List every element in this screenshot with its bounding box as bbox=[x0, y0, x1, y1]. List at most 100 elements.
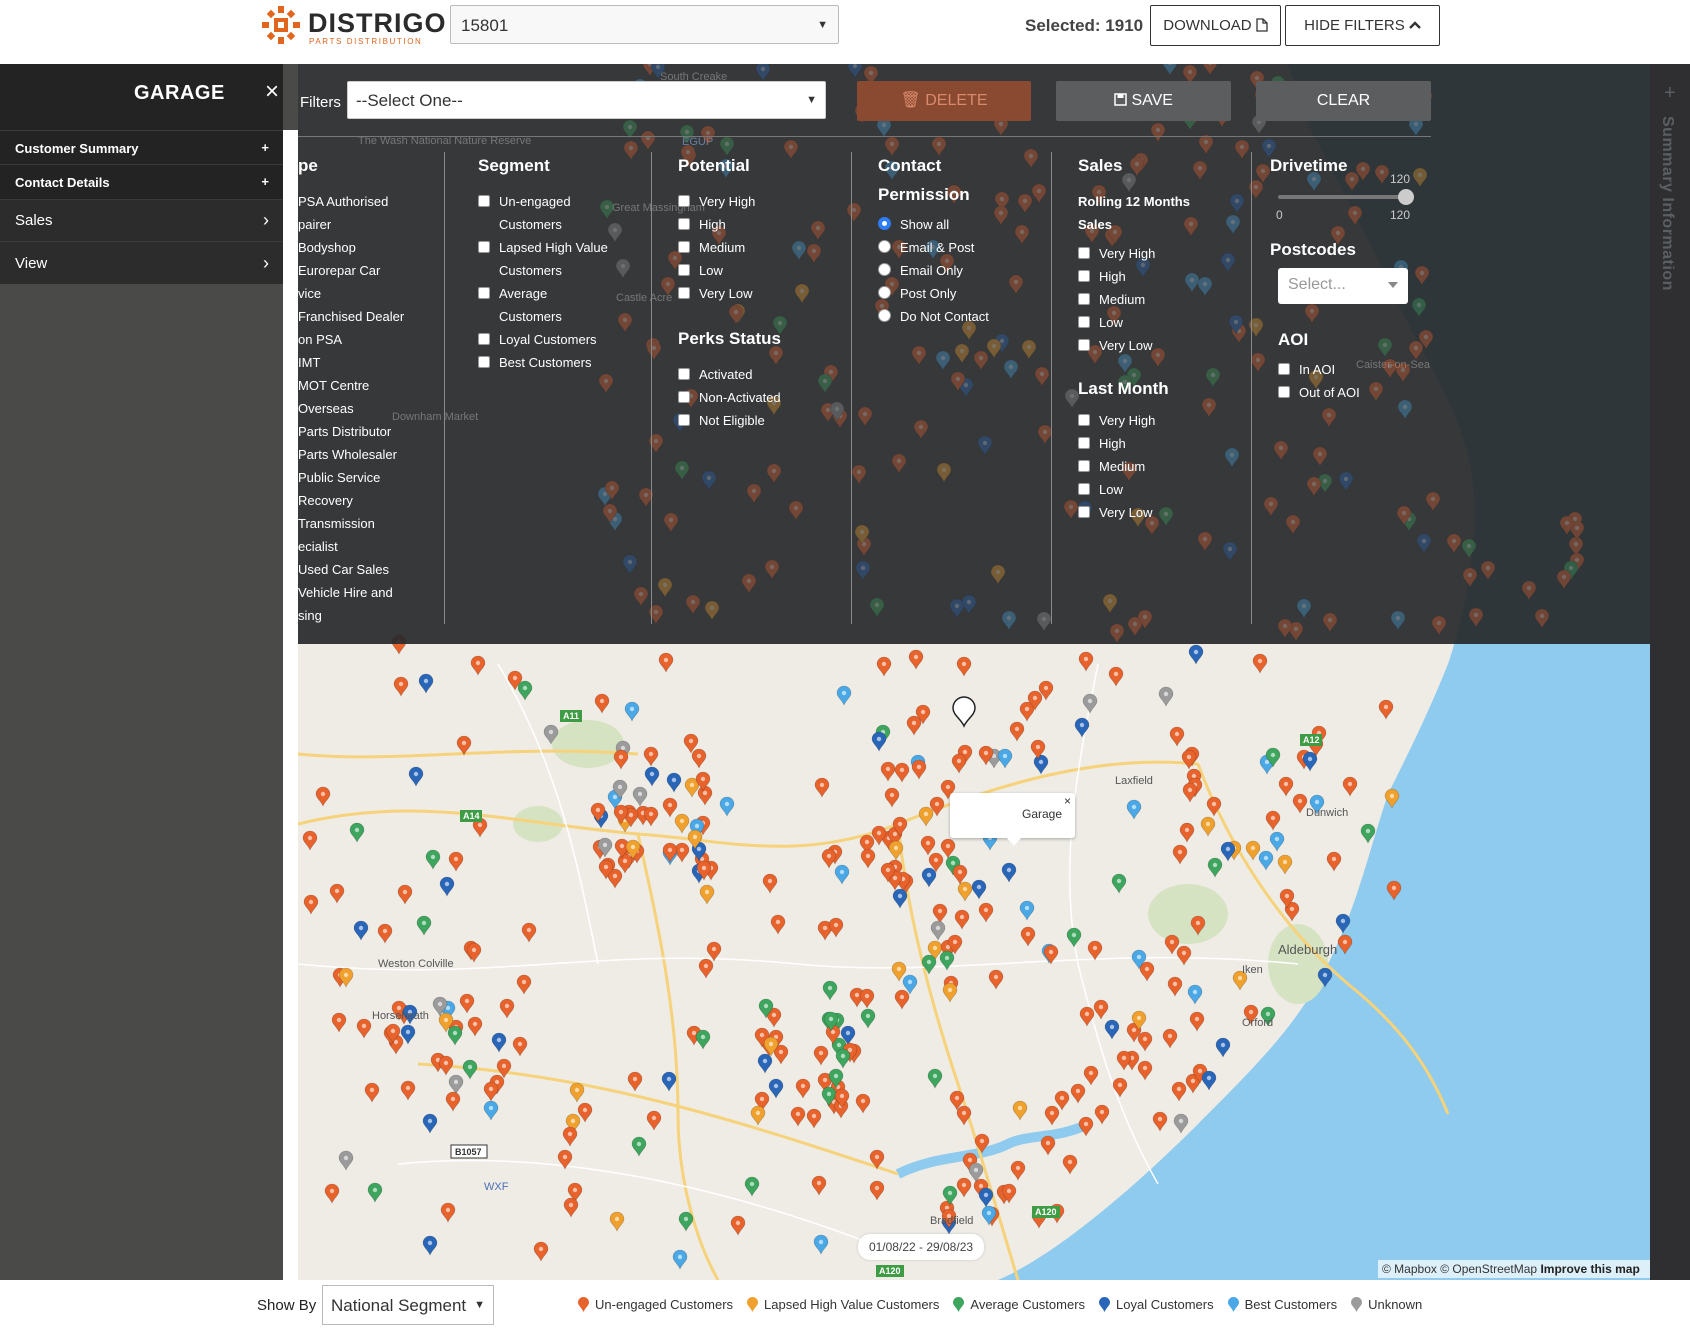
map-pin[interactable] bbox=[971, 879, 987, 900]
map-pin[interactable] bbox=[613, 749, 629, 770]
radio-button[interactable] bbox=[878, 217, 891, 230]
map-pin[interactable] bbox=[876, 656, 892, 677]
map-pin[interactable] bbox=[1292, 793, 1308, 814]
map-pin[interactable] bbox=[860, 1008, 876, 1029]
download-button[interactable]: DOWNLOAD bbox=[1150, 5, 1281, 46]
map-pin[interactable] bbox=[1094, 1104, 1110, 1125]
map-pin[interactable] bbox=[954, 909, 970, 930]
map-pin[interactable] bbox=[973, 350, 989, 371]
map-pin[interactable] bbox=[562, 1126, 578, 1147]
map-pin[interactable] bbox=[1534, 608, 1550, 629]
type-option[interactable]: Eurorepar Car bbox=[298, 259, 444, 282]
map-pin[interactable] bbox=[892, 888, 908, 909]
map-pin[interactable] bbox=[1263, 496, 1279, 517]
map-pin[interactable] bbox=[1079, 1006, 1095, 1027]
map-pin[interactable] bbox=[1078, 651, 1094, 672]
map-pin[interactable] bbox=[324, 1183, 340, 1204]
map-pin[interactable] bbox=[762, 873, 778, 894]
map-pin[interactable] bbox=[1082, 693, 1098, 714]
map-pin[interactable] bbox=[685, 594, 701, 615]
map-pin[interactable] bbox=[1066, 927, 1082, 948]
map-pin[interactable] bbox=[719, 136, 735, 157]
map-pin[interactable] bbox=[884, 136, 900, 157]
map-pin[interactable] bbox=[990, 564, 1006, 585]
map-pin[interactable] bbox=[930, 920, 946, 941]
save-button[interactable]: SAVE bbox=[1056, 81, 1231, 121]
filter-option[interactable]: Un-engaged bbox=[478, 190, 638, 213]
map-pin[interactable] bbox=[697, 785, 713, 806]
map-pin[interactable] bbox=[952, 864, 968, 885]
map-pin[interactable] bbox=[512, 1036, 528, 1057]
map-pin[interactable] bbox=[1150, 122, 1166, 143]
map-pin[interactable] bbox=[1169, 726, 1185, 747]
map-pin[interactable] bbox=[640, 130, 656, 151]
map-pin[interactable] bbox=[521, 922, 537, 943]
map-pin[interactable] bbox=[766, 463, 782, 484]
type-option[interactable]: Bodyshop bbox=[298, 236, 444, 259]
checkbox[interactable] bbox=[1078, 460, 1090, 472]
map-pin[interactable] bbox=[1164, 934, 1180, 955]
map-pin[interactable] bbox=[855, 560, 871, 581]
map-pin[interactable] bbox=[663, 512, 679, 533]
map-pin[interactable] bbox=[445, 1091, 461, 1112]
filter-option[interactable]: Out of AOI bbox=[1278, 381, 1430, 404]
map-pin[interactable] bbox=[672, 1249, 688, 1270]
map-pin[interactable] bbox=[988, 969, 1004, 990]
map-pin[interactable] bbox=[1252, 653, 1268, 674]
type-option[interactable]: MOT Centre bbox=[298, 374, 444, 397]
checkbox[interactable] bbox=[1078, 414, 1090, 426]
map-pin[interactable] bbox=[698, 958, 714, 979]
filter-option[interactable]: Very Low bbox=[678, 282, 838, 305]
map-pin[interactable] bbox=[891, 453, 907, 474]
map-pin[interactable] bbox=[908, 649, 924, 670]
map-pin[interactable] bbox=[1074, 717, 1090, 738]
type-option[interactable]: ecialist bbox=[298, 535, 444, 558]
selected-garage-marker[interactable] bbox=[952, 696, 976, 728]
map-pin[interactable] bbox=[609, 1211, 625, 1232]
saved-filter-select[interactable]: --Select One-- ▼ bbox=[347, 81, 826, 119]
checkbox[interactable] bbox=[478, 356, 490, 368]
checkbox[interactable] bbox=[1078, 293, 1090, 305]
radio-button[interactable] bbox=[878, 240, 891, 253]
checkbox[interactable] bbox=[1078, 247, 1090, 259]
map-pin[interactable] bbox=[920, 835, 936, 856]
map-pin[interactable] bbox=[349, 822, 365, 843]
map-pin[interactable] bbox=[393, 676, 409, 697]
map-pin[interactable] bbox=[806, 1108, 822, 1129]
map-pin[interactable] bbox=[1062, 1154, 1078, 1175]
close-icon[interactable]: × bbox=[265, 78, 279, 106]
map-pin[interactable] bbox=[1093, 999, 1109, 1020]
postcode-select[interactable]: Select... bbox=[1278, 268, 1408, 304]
map-pin[interactable] bbox=[1158, 686, 1174, 707]
map-pin[interactable] bbox=[813, 1045, 829, 1066]
map-pin[interactable] bbox=[483, 1081, 499, 1102]
map-pin[interactable] bbox=[1078, 1116, 1094, 1137]
map-pin[interactable] bbox=[533, 1241, 549, 1262]
map-pin[interactable] bbox=[1338, 471, 1354, 492]
filter-option[interactable]: Low bbox=[678, 259, 838, 282]
map-pin[interactable] bbox=[438, 1055, 454, 1076]
map-pin[interactable] bbox=[416, 915, 432, 936]
map-pin[interactable] bbox=[466, 942, 482, 963]
map-pin[interactable] bbox=[1181, 749, 1197, 770]
map-pin[interactable] bbox=[1200, 816, 1216, 837]
sidebar-item-contact-details[interactable]: Contact Details + bbox=[0, 164, 283, 199]
sidebar-item-customer-summary[interactable]: Customer Summary + bbox=[0, 130, 283, 164]
radio-button[interactable] bbox=[878, 309, 891, 322]
map-pin[interactable] bbox=[594, 693, 610, 714]
map-pin[interactable] bbox=[448, 1074, 464, 1095]
drivetime-slider[interactable]: 120 0 120 bbox=[1270, 172, 1414, 222]
map-pin[interactable] bbox=[1462, 567, 1478, 588]
map-pin[interactable] bbox=[770, 914, 786, 935]
checkbox[interactable] bbox=[478, 333, 490, 345]
map-pin[interactable] bbox=[1245, 840, 1261, 861]
map-pin[interactable] bbox=[1104, 1019, 1120, 1040]
map-pin[interactable] bbox=[1416, 533, 1432, 554]
map-pin[interactable] bbox=[1446, 533, 1462, 554]
map-pin[interactable] bbox=[661, 1071, 677, 1092]
map-pin[interactable] bbox=[701, 470, 717, 491]
type-option[interactable]: IMT bbox=[298, 351, 444, 374]
map-pin[interactable] bbox=[491, 1032, 507, 1053]
map-pin[interactable] bbox=[1278, 776, 1294, 797]
map-pin[interactable] bbox=[1033, 754, 1049, 775]
